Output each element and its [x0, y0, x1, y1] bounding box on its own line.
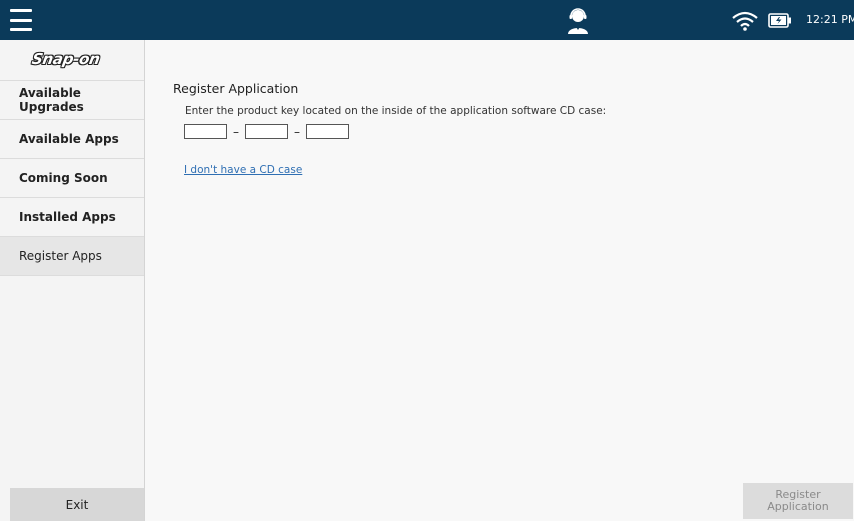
- key-separator: –: [294, 124, 300, 139]
- main-content: Register Application Enter the product k…: [145, 40, 854, 521]
- battery-charging-icon: [768, 13, 791, 28]
- sidebar: Snap-on Available Upgrades Available App…: [0, 40, 145, 521]
- product-key-field-2[interactable]: [245, 124, 288, 139]
- product-key-field-1[interactable]: [184, 124, 227, 139]
- register-application-label: Register Application: [767, 488, 829, 513]
- key-separator: –: [233, 124, 239, 139]
- product-key-instruction: Enter the product key located on the ins…: [185, 105, 607, 117]
- sidebar-item-installed-apps[interactable]: Installed Apps: [0, 198, 144, 237]
- page-title: Register Application: [173, 81, 299, 96]
- snap-on-logo: Snap-on: [30, 50, 102, 68]
- logo-area: Snap-on: [0, 40, 144, 81]
- technician-headset-icon[interactable]: [566, 8, 590, 34]
- product-key-row: – –: [184, 124, 349, 139]
- product-key-field-3[interactable]: [306, 124, 349, 139]
- sidebar-item-available-apps[interactable]: Available Apps: [0, 120, 144, 159]
- no-cd-case-link[interactable]: I don't have a CD case: [184, 164, 302, 176]
- clock-time: 12:21 PM: [806, 13, 854, 26]
- hamburger-menu-icon[interactable]: [6, 7, 36, 33]
- top-bar: 12:21 PM: [0, 0, 854, 40]
- sidebar-item-register-apps[interactable]: Register Apps: [0, 237, 144, 276]
- sidebar-item-available-upgrades[interactable]: Available Upgrades: [0, 81, 144, 120]
- sidebar-item-coming-soon[interactable]: Coming Soon: [0, 159, 144, 198]
- register-application-button[interactable]: Register Application: [743, 483, 853, 519]
- wifi-icon: [732, 11, 758, 31]
- exit-button[interactable]: Exit: [10, 488, 144, 521]
